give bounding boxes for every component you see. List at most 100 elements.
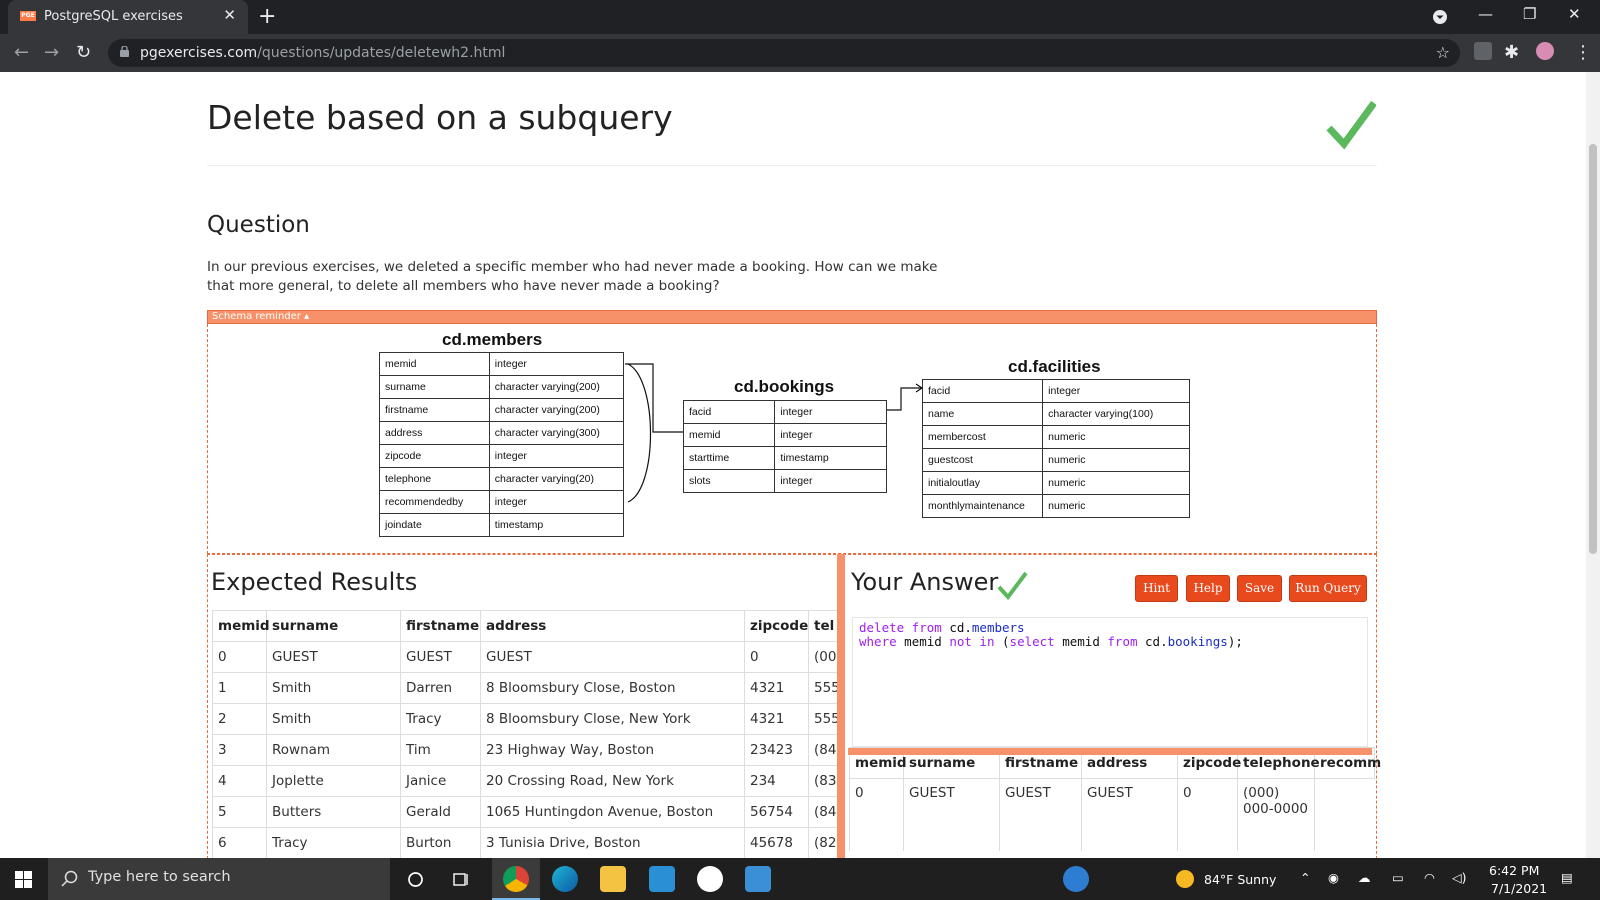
table-cell: Burton bbox=[400, 827, 481, 858]
volume-icon[interactable]: ◁) bbox=[1452, 870, 1467, 885]
column-header: surname bbox=[266, 610, 401, 642]
table-row: 0 GUEST GUEST GUEST 0 (000) 000-0000 bbox=[849, 778, 1375, 851]
onedrive-icon[interactable]: ☁ bbox=[1358, 870, 1371, 885]
meet-now-icon[interactable]: ◉ bbox=[1328, 870, 1339, 885]
battery-icon[interactable]: ▭ bbox=[1392, 870, 1404, 885]
table-cell: Gerald bbox=[400, 796, 481, 828]
browser-toolbar: ← → ↻ pgexercises.com/questions/updates/… bbox=[0, 34, 1600, 72]
bookmark-star-icon[interactable]: ☆ bbox=[1436, 43, 1450, 62]
windows-start-icon[interactable] bbox=[15, 871, 32, 888]
table-row: 2 Smith Tracy 8 Bloomsbury Close, New York 4… bbox=[212, 703, 842, 735]
table-cell: Smith bbox=[266, 672, 401, 704]
browser-tab[interactable]: PGE PostgreSQL exercises ✕ bbox=[8, 0, 248, 34]
hint-button[interactable]: Hint bbox=[1135, 575, 1178, 602]
table-cell: GUEST bbox=[999, 778, 1082, 851]
table-cell: GUEST bbox=[266, 641, 401, 673]
wifi-icon[interactable]: ◠ bbox=[1424, 870, 1435, 885]
question-text: In our previous exercises, we deleted a … bbox=[207, 259, 938, 294]
back-icon[interactable]: ← bbox=[14, 42, 29, 63]
table-cell: Joplette bbox=[266, 765, 401, 797]
schema-reminder-toggle[interactable]: Schema reminder ▴ bbox=[207, 310, 1377, 324]
table-cell: 4321 bbox=[744, 703, 809, 735]
answer-check-icon bbox=[997, 571, 1028, 601]
relationship-lines bbox=[625, 363, 924, 503]
table-cell: 0 bbox=[744, 641, 809, 673]
search-placeholder: Type here to search bbox=[88, 869, 231, 885]
restore-icon[interactable]: ❐ bbox=[1523, 5, 1536, 23]
taskbar-search-input[interactable]: Type here to search bbox=[48, 858, 390, 900]
table-cell: Tracy bbox=[266, 827, 401, 858]
column-header: firstname bbox=[400, 610, 481, 642]
search-icon bbox=[61, 870, 78, 887]
expected-results-heading: Expected Results bbox=[211, 568, 418, 596]
table-cell: 1 bbox=[212, 672, 267, 704]
weather-text[interactable]: 84°F Sunny bbox=[1204, 872, 1276, 887]
column-header: address bbox=[480, 610, 745, 642]
scrollbar-thumb[interactable] bbox=[1589, 144, 1597, 554]
task-view-icon[interactable] bbox=[453, 871, 470, 888]
menu-kebab-icon[interactable]: ⋮ bbox=[1574, 42, 1592, 63]
schema-diagram: cd.members memid integer surname character … bbox=[207, 324, 1377, 554]
column-header: memid bbox=[212, 610, 270, 642]
table-cell: 5 bbox=[212, 796, 267, 828]
answer-results-table: memid surname firstname address zipcode telep… bbox=[849, 747, 1381, 851]
lock-icon bbox=[120, 46, 129, 57]
cortana-icon[interactable] bbox=[407, 871, 424, 888]
table-cell: GUEST bbox=[400, 641, 481, 673]
table-cell: Tracy bbox=[400, 703, 481, 735]
vscode-icon[interactable] bbox=[649, 866, 675, 892]
table-cell: Janice bbox=[400, 765, 481, 797]
table-cell: 20 Crossing Road, New York bbox=[480, 765, 745, 797]
table-cell: (000) 000-0000 bbox=[1237, 778, 1315, 851]
table-row: 6 Tracy Burton 3 Tunisia Drive, Boston 45678… bbox=[212, 827, 842, 858]
table-cell: 3 bbox=[212, 734, 267, 766]
mongodb-compass-icon[interactable] bbox=[697, 866, 723, 892]
column-header: zipcode bbox=[744, 610, 809, 642]
chrome-icon[interactable] bbox=[503, 866, 529, 892]
close-icon[interactable]: ✕ bbox=[223, 6, 236, 24]
code-line-2: where memid not in (select memid from cd… bbox=[859, 634, 1243, 649]
table-row: 5 Butters Gerald 1065 Huntingdon Avenue, Bo… bbox=[212, 796, 842, 828]
clock-date[interactable]: 7/1/2021 bbox=[1491, 881, 1547, 896]
puzzle-extensions-icon[interactable]: ✱ bbox=[1504, 42, 1519, 63]
extension-icon[interactable] bbox=[1474, 42, 1492, 60]
pane-divider[interactable] bbox=[837, 554, 845, 858]
table-cell: Smith bbox=[266, 703, 401, 735]
photos-icon[interactable] bbox=[745, 866, 771, 892]
new-tab-icon[interactable]: + bbox=[258, 4, 276, 29]
weather-sun-icon bbox=[1176, 870, 1194, 888]
edge-icon[interactable] bbox=[552, 866, 578, 892]
profile-dropdown-icon[interactable] bbox=[1432, 9, 1448, 25]
help-button[interactable]: Help bbox=[1186, 575, 1230, 602]
avatar[interactable] bbox=[1536, 42, 1554, 60]
help-app-icon[interactable] bbox=[1063, 866, 1089, 892]
reload-icon[interactable]: ↻ bbox=[76, 42, 91, 63]
table-cell bbox=[1314, 778, 1375, 851]
window-close-icon[interactable]: ✕ bbox=[1568, 5, 1581, 23]
notifications-icon[interactable]: ▤ bbox=[1561, 870, 1573, 885]
minimize-icon[interactable]: — bbox=[1478, 5, 1493, 23]
page-content: Delete based on a subquery Question In o… bbox=[0, 72, 1586, 858]
editor-resize-handle[interactable] bbox=[848, 748, 1372, 755]
table-row: 1 Smith Darren 8 Bloomsbury Close, Boston 43… bbox=[212, 672, 842, 704]
table-cell: 0 bbox=[849, 778, 904, 851]
sql-editor[interactable]: delete from cd.members where memid not i… bbox=[852, 617, 1368, 747]
page-scrollbar[interactable] bbox=[1586, 72, 1600, 858]
checkmark-icon bbox=[1326, 100, 1376, 150]
table-cell: 8 Bloomsbury Close, Boston bbox=[480, 672, 745, 704]
forward-icon[interactable]: → bbox=[44, 42, 59, 63]
tray-chevron-up-icon[interactable]: ⌃ bbox=[1300, 870, 1310, 885]
table-cell: Darren bbox=[400, 672, 481, 704]
url-text: pgexercises.com/questions/updates/delete… bbox=[140, 45, 506, 61]
clock-time[interactable]: 6:42 PM bbox=[1489, 863, 1539, 878]
divider bbox=[207, 165, 1377, 166]
table-row: 0 GUEST GUEST GUEST 0 (00 bbox=[212, 641, 842, 673]
run-query-button[interactable]: Run Query bbox=[1289, 575, 1367, 602]
address-bar[interactable]: pgexercises.com/questions/updates/delete… bbox=[108, 39, 1460, 67]
file-explorer-icon[interactable] bbox=[600, 866, 626, 892]
save-button[interactable]: Save bbox=[1237, 575, 1282, 602]
pge-favicon-icon: PGE bbox=[20, 11, 36, 21]
table-row: 4 Joplette Janice 20 Crossing Road, New Yor… bbox=[212, 765, 842, 797]
table-cell: Tim bbox=[400, 734, 481, 766]
question-heading: Question bbox=[207, 212, 310, 238]
